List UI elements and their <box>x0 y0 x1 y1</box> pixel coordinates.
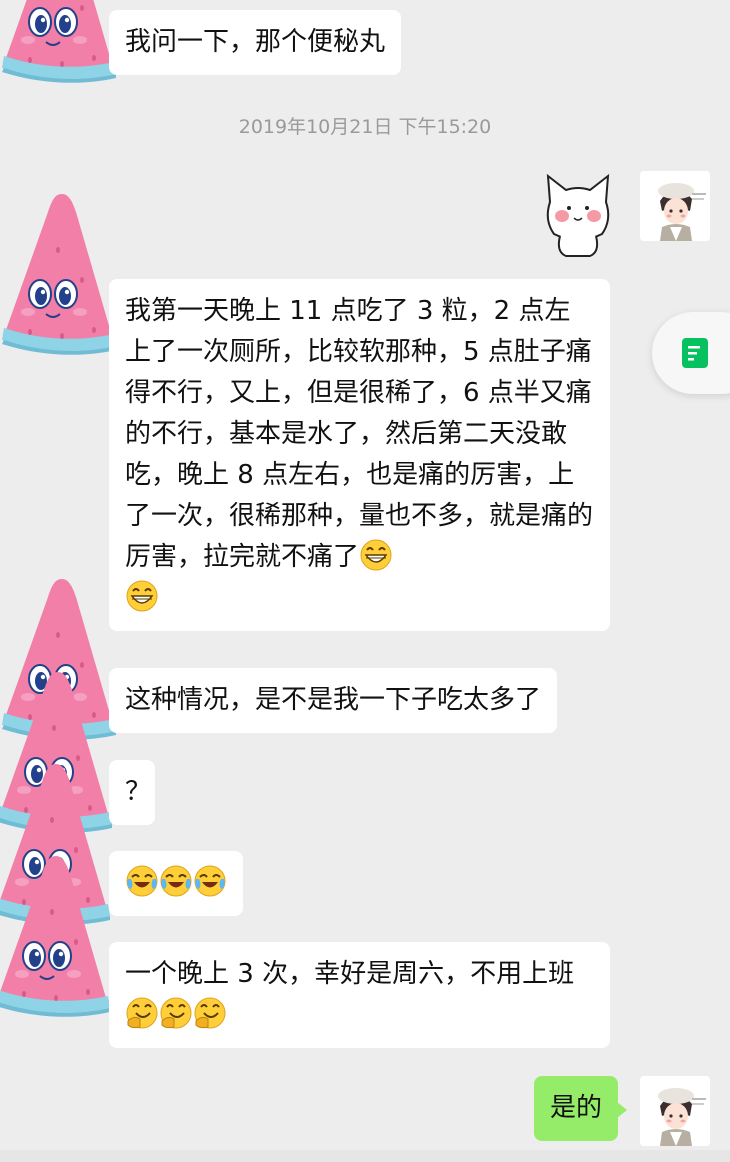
my-message-bubble[interactable]: 是的 <box>534 1076 628 1141</box>
watermelon-avatar-icon <box>1 193 117 356</box>
my-avatar[interactable] <box>640 1076 710 1146</box>
message-text: 一个晚上 3 次，幸好是周六，不用上班 <box>125 959 575 989</box>
other-avatar[interactable] <box>0 190 118 356</box>
my-avatar[interactable] <box>640 171 710 241</box>
message-text: ？ <box>125 777 152 807</box>
thinking-laugh-emoji-icon <box>160 997 192 1029</box>
girl-avatar-icon <box>640 171 710 241</box>
message-bubble-4[interactable]: ？ <box>109 760 155 825</box>
input-area-edge <box>0 1150 730 1162</box>
thinking-laugh-emoji-icon <box>126 997 158 1029</box>
message-text: 我第一天晚上 11 点吃了 3 粒，2 点左上了一次厕所，比较软那种，5 点肚子… <box>125 296 594 572</box>
watermelon-avatar-icon <box>1 0 117 84</box>
message-bubble-1[interactable]: 我问一下，那个便秘丸 <box>109 10 402 75</box>
timestamp: 2019年10月21日 下午15:20 <box>238 116 492 138</box>
thinking-laugh-emoji-icon <box>194 997 226 1029</box>
message-bubble-6[interactable]: 一个晚上 3 次，幸好是周六，不用上班 <box>109 942 610 1048</box>
message-text: 这种情况，是不是我一下子吃太多了 <box>125 685 542 715</box>
message-text: 是的 <box>550 1093 603 1123</box>
laugh-cry-emoji-icon <box>194 865 226 897</box>
floating-document-button[interactable] <box>652 312 730 394</box>
girl-avatar-icon <box>640 1076 710 1146</box>
laugh-cry-emoji-icon <box>126 865 158 897</box>
grin-emoji-icon <box>126 580 158 612</box>
other-avatar[interactable] <box>0 852 112 1018</box>
document-icon <box>682 338 708 368</box>
laugh-cry-emoji-icon <box>160 865 192 897</box>
message-bubble-5[interactable] <box>109 851 243 916</box>
message-bubble-2[interactable]: 我第一天晚上 11 点吃了 3 粒，2 点左上了一次厕所，比较软那种，5 点肚子… <box>109 279 610 631</box>
message-text: 我问一下，那个便秘丸 <box>125 27 386 57</box>
cat-face-sticker[interactable] <box>542 172 614 258</box>
message-bubble-3[interactable]: 这种情况，是不是我一下子吃太多了 <box>109 668 558 733</box>
grin-emoji-icon <box>360 539 393 571</box>
other-avatar[interactable] <box>0 0 118 84</box>
watermelon-avatar-icon <box>0 855 111 1018</box>
cat-face-icon <box>546 173 610 257</box>
